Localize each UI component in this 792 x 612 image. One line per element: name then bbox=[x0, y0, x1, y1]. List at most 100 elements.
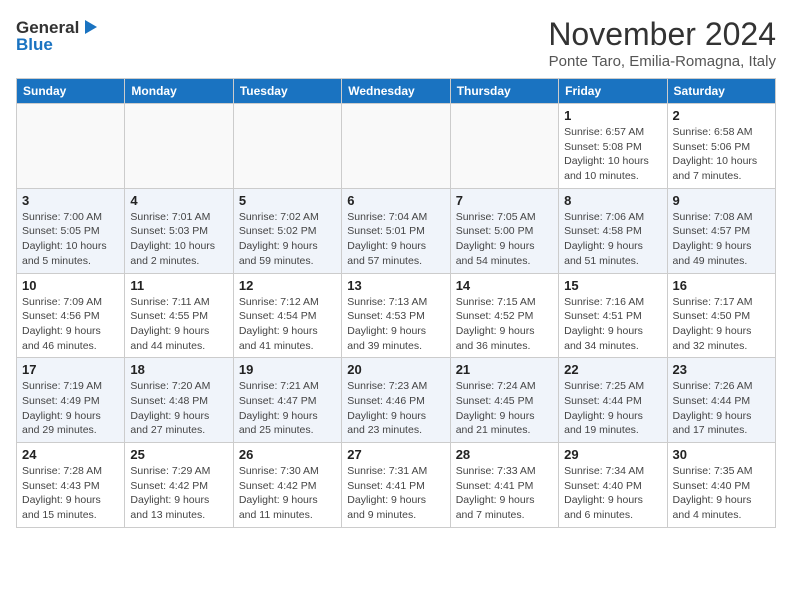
day-number: 26 bbox=[239, 447, 336, 462]
day-info: Sunrise: 7:23 AM Sunset: 4:46 PM Dayligh… bbox=[347, 379, 444, 438]
calendar-cell: 17 Sunrise: 7:19 AM Sunset: 4:49 PM Dayli… bbox=[17, 358, 125, 443]
day-number: 14 bbox=[456, 278, 553, 293]
day-info: Sunrise: 7:04 AM Sunset: 5:01 PM Dayligh… bbox=[347, 210, 444, 269]
calendar-cell: 12 Sunrise: 7:12 AM Sunset: 4:54 PM Dayli… bbox=[233, 273, 341, 358]
calendar-cell: 23 Sunrise: 7:26 AM Sunset: 4:44 PM Dayli… bbox=[667, 358, 775, 443]
calendar-cell: 28Sunrise: 7:33 AM Sunset: 4:41 PM Dayli… bbox=[450, 443, 558, 528]
day-info: Sunrise: 7:05 AM Sunset: 5:00 PM Dayligh… bbox=[456, 210, 553, 269]
weekday-header-tuesday: Tuesday bbox=[233, 79, 341, 104]
logo: General Blue bbox=[16, 16, 101, 53]
day-number: 30 bbox=[673, 447, 770, 462]
calendar-cell: 27 Sunrise: 7:31 AM Sunset: 4:41 PM Dayli… bbox=[342, 443, 450, 528]
calendar-cell: 10Sunrise: 7:09 AM Sunset: 4:56 PM Dayli… bbox=[17, 273, 125, 358]
weekday-header-row: SundayMondayTuesdayWednesdayThursdayFrid… bbox=[17, 79, 776, 104]
day-number: 1 bbox=[564, 108, 661, 123]
day-number: 23 bbox=[673, 362, 770, 377]
day-info: Sunrise: 7:34 AM Sunset: 4:40 PM Dayligh… bbox=[564, 464, 661, 523]
day-number: 24 bbox=[22, 447, 119, 462]
day-number: 12 bbox=[239, 278, 336, 293]
day-number: 17 bbox=[22, 362, 119, 377]
calendar-cell: 3 Sunrise: 7:00 AM Sunset: 5:05 PM Daylig… bbox=[17, 188, 125, 273]
calendar-cell: 24 Sunrise: 7:28 AM Sunset: 4:43 PM Dayli… bbox=[17, 443, 125, 528]
day-info: Sunrise: 7:17 AM Sunset: 4:50 PM Dayligh… bbox=[673, 295, 770, 354]
calendar-cell: 1 Sunrise: 6:57 AM Sunset: 5:08 PM Daylig… bbox=[559, 104, 667, 189]
calendar-week-row: 10Sunrise: 7:09 AM Sunset: 4:56 PM Dayli… bbox=[17, 273, 776, 358]
day-number: 3 bbox=[22, 193, 119, 208]
logo-arrow-icon bbox=[79, 16, 101, 38]
logo-blue: Blue bbox=[16, 36, 101, 53]
day-info: Sunrise: 7:12 AM Sunset: 4:54 PM Dayligh… bbox=[239, 295, 336, 354]
day-number: 4 bbox=[130, 193, 227, 208]
calendar-cell bbox=[125, 104, 233, 189]
day-info: Sunrise: 6:57 AM Sunset: 5:08 PM Dayligh… bbox=[564, 125, 661, 184]
day-info: Sunrise: 7:01 AM Sunset: 5:03 PM Dayligh… bbox=[130, 210, 227, 269]
day-number: 6 bbox=[347, 193, 444, 208]
calendar-cell: 9Sunrise: 7:08 AM Sunset: 4:57 PM Daylig… bbox=[667, 188, 775, 273]
day-info: Sunrise: 7:19 AM Sunset: 4:49 PM Dayligh… bbox=[22, 379, 119, 438]
calendar-cell: 5Sunrise: 7:02 AM Sunset: 5:02 PM Daylig… bbox=[233, 188, 341, 273]
weekday-header-thursday: Thursday bbox=[450, 79, 558, 104]
calendar-cell: 11 Sunrise: 7:11 AM Sunset: 4:55 PM Dayli… bbox=[125, 273, 233, 358]
day-number: 2 bbox=[673, 108, 770, 123]
day-number: 18 bbox=[130, 362, 227, 377]
day-number: 16 bbox=[673, 278, 770, 293]
day-info: Sunrise: 6:58 AM Sunset: 5:06 PM Dayligh… bbox=[673, 125, 770, 184]
calendar-cell: 14 Sunrise: 7:15 AM Sunset: 4:52 PM Dayli… bbox=[450, 273, 558, 358]
day-number: 15 bbox=[564, 278, 661, 293]
calendar-cell bbox=[17, 104, 125, 189]
day-info: Sunrise: 7:30 AM Sunset: 4:42 PM Dayligh… bbox=[239, 464, 336, 523]
day-info: Sunrise: 7:29 AM Sunset: 4:42 PM Dayligh… bbox=[130, 464, 227, 523]
logo-general: General bbox=[16, 19, 79, 36]
calendar-cell bbox=[233, 104, 341, 189]
weekday-header-monday: Monday bbox=[125, 79, 233, 104]
calendar-cell: 6 Sunrise: 7:04 AM Sunset: 5:01 PM Daylig… bbox=[342, 188, 450, 273]
calendar-cell bbox=[450, 104, 558, 189]
calendar-cell: 16 Sunrise: 7:17 AM Sunset: 4:50 PM Dayli… bbox=[667, 273, 775, 358]
day-number: 25 bbox=[130, 447, 227, 462]
weekday-header-friday: Friday bbox=[559, 79, 667, 104]
calendar-cell: 4 Sunrise: 7:01 AM Sunset: 5:03 PM Daylig… bbox=[125, 188, 233, 273]
calendar-cell: 25 Sunrise: 7:29 AM Sunset: 4:42 PM Dayli… bbox=[125, 443, 233, 528]
day-number: 20 bbox=[347, 362, 444, 377]
day-info: Sunrise: 7:00 AM Sunset: 5:05 PM Dayligh… bbox=[22, 210, 119, 269]
location-subtitle: Ponte Taro, Emilia-Romagna, Italy bbox=[548, 53, 776, 70]
day-info: Sunrise: 7:11 AM Sunset: 4:55 PM Dayligh… bbox=[130, 295, 227, 354]
calendar-cell: 22Sunrise: 7:25 AM Sunset: 4:44 PM Dayli… bbox=[559, 358, 667, 443]
calendar-cell: 29 Sunrise: 7:34 AM Sunset: 4:40 PM Dayli… bbox=[559, 443, 667, 528]
day-info: Sunrise: 7:31 AM Sunset: 4:41 PM Dayligh… bbox=[347, 464, 444, 523]
weekday-header-saturday: Saturday bbox=[667, 79, 775, 104]
day-info: Sunrise: 7:20 AM Sunset: 4:48 PM Dayligh… bbox=[130, 379, 227, 438]
day-info: Sunrise: 7:13 AM Sunset: 4:53 PM Dayligh… bbox=[347, 295, 444, 354]
calendar-cell: 13 Sunrise: 7:13 AM Sunset: 4:53 PM Dayli… bbox=[342, 273, 450, 358]
calendar-cell: 21Sunrise: 7:24 AM Sunset: 4:45 PM Dayli… bbox=[450, 358, 558, 443]
day-number: 8 bbox=[564, 193, 661, 208]
calendar-week-row: 24 Sunrise: 7:28 AM Sunset: 4:43 PM Dayli… bbox=[17, 443, 776, 528]
day-info: Sunrise: 7:15 AM Sunset: 4:52 PM Dayligh… bbox=[456, 295, 553, 354]
day-number: 5 bbox=[239, 193, 336, 208]
calendar-week-row: 1 Sunrise: 6:57 AM Sunset: 5:08 PM Daylig… bbox=[17, 104, 776, 189]
weekday-header-sunday: Sunday bbox=[17, 79, 125, 104]
day-info: Sunrise: 7:21 AM Sunset: 4:47 PM Dayligh… bbox=[239, 379, 336, 438]
day-info: Sunrise: 7:25 AM Sunset: 4:44 PM Dayligh… bbox=[564, 379, 661, 438]
day-number: 13 bbox=[347, 278, 444, 293]
day-info: Sunrise: 7:26 AM Sunset: 4:44 PM Dayligh… bbox=[673, 379, 770, 438]
day-info: Sunrise: 7:24 AM Sunset: 4:45 PM Dayligh… bbox=[456, 379, 553, 438]
day-number: 11 bbox=[130, 278, 227, 293]
day-info: Sunrise: 7:28 AM Sunset: 4:43 PM Dayligh… bbox=[22, 464, 119, 523]
calendar-cell bbox=[342, 104, 450, 189]
page-header: General Blue November 2024 Ponte Taro, E… bbox=[16, 16, 776, 70]
calendar-cell: 18 Sunrise: 7:20 AM Sunset: 4:48 PM Dayli… bbox=[125, 358, 233, 443]
day-info: Sunrise: 7:33 AM Sunset: 4:41 PM Dayligh… bbox=[456, 464, 553, 523]
calendar-week-row: 17 Sunrise: 7:19 AM Sunset: 4:49 PM Dayli… bbox=[17, 358, 776, 443]
day-number: 9 bbox=[673, 193, 770, 208]
day-number: 27 bbox=[347, 447, 444, 462]
calendar-cell: 8 Sunrise: 7:06 AM Sunset: 4:58 PM Daylig… bbox=[559, 188, 667, 273]
calendar-cell: 20 Sunrise: 7:23 AM Sunset: 4:46 PM Dayli… bbox=[342, 358, 450, 443]
day-info: Sunrise: 7:06 AM Sunset: 4:58 PM Dayligh… bbox=[564, 210, 661, 269]
title-block: November 2024 Ponte Taro, Emilia-Romagna… bbox=[548, 16, 776, 70]
calendar-table: SundayMondayTuesdayWednesdayThursdayFrid… bbox=[16, 78, 776, 528]
day-number: 29 bbox=[564, 447, 661, 462]
day-number: 7 bbox=[456, 193, 553, 208]
calendar-cell: 26 Sunrise: 7:30 AM Sunset: 4:42 PM Dayli… bbox=[233, 443, 341, 528]
calendar-cell: 15Sunrise: 7:16 AM Sunset: 4:51 PM Dayli… bbox=[559, 273, 667, 358]
